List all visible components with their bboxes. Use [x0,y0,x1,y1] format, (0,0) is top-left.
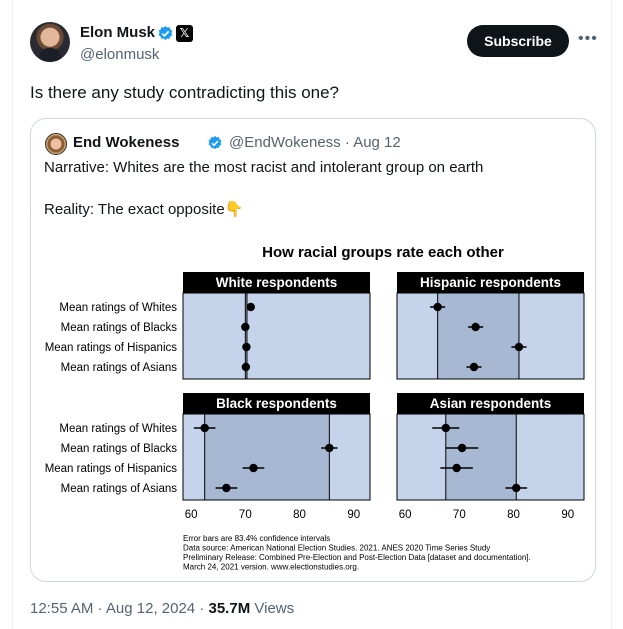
x-tick-label: 70 [453,509,466,521]
row-label: Mean ratings of Whites [59,302,177,314]
x-tick-label: 90 [347,509,360,521]
verified-badge-icon [158,26,173,40]
row-label: Mean ratings of Whites [59,423,177,435]
x-tick-label: 60 [185,509,198,521]
data-point [471,322,480,332]
subscribe-button[interactable]: Subscribe [467,25,569,57]
data-point [200,423,209,433]
data-point [249,463,258,473]
x-tick-label: 80 [293,509,306,521]
quote-handle-text: @EndWokeness [229,134,341,151]
views-count: 35.7M [208,600,251,617]
more-options-icon[interactable]: ••• [578,30,598,48]
data-point [241,322,250,332]
quote-date: · Aug 12 [344,134,401,151]
quote-author-name[interactable]: End Wokeness [73,134,179,151]
data-point [514,342,524,352]
data-point [325,443,334,453]
data-point [246,302,255,312]
row-label: Mean ratings of Hispanics [45,342,178,354]
verified-badge-icon [208,136,222,150]
data-point [433,302,442,312]
chart-note: Error bars are 83.4% confidence interval… [183,534,330,543]
quote-text-line-2: Reality: The exact opposite👇 [44,201,244,218]
data-point [469,362,479,372]
x-tick-label: 90 [561,509,574,521]
panel-title: Asian respondents [430,396,552,411]
tweet-text: Is there any study contradicting this on… [30,83,340,102]
data-point [441,423,450,433]
meta-separator: · [199,600,205,617]
chart-note: March 24, 2021 version. www.electionstud… [183,563,359,572]
row-label: Mean ratings of Hispanics [45,463,178,475]
chart-title: How racial groups rate each other [262,244,504,261]
data-point [222,483,231,493]
author-name[interactable]: Elon Musk [80,24,155,41]
x-logo-icon: 𝕏 [176,25,193,42]
author-avatar[interactable] [30,22,70,62]
panel-title: Hispanic respondents [420,275,561,290]
meta-separator: · [97,600,103,617]
x-tick-label: 60 [399,509,412,521]
quoted-tweet[interactable]: End Wokeness @EndWokeness · Aug 12 Narra… [30,118,596,582]
chart-image[interactable]: How racial groups rate each other White r… [31,231,595,581]
data-point [512,483,521,493]
data-point [452,463,461,473]
panel-shade-band [437,293,519,379]
panel-plot-area [182,292,371,380]
quote-author-handle[interactable]: @EndWokeness · Aug 12 [229,134,401,151]
x-tick-label: 70 [239,509,252,521]
panel-title: White respondents [216,275,338,290]
data-point [457,443,467,453]
quote-author-avatar[interactable] [45,133,67,155]
row-label: Mean ratings of Asians [61,483,178,495]
quote-text-line-1: Narrative: Whites are the most racist an… [44,159,484,176]
post-time[interactable]: 12:55 AM [30,600,93,617]
row-label: Mean ratings of Blacks [61,443,178,455]
chart-note: Preliminary Release: Combined Pre-Electi… [183,553,531,562]
data-point [242,342,251,352]
row-label: Mean ratings of Blacks [61,322,178,334]
panel-title: Black respondents [216,396,337,411]
post-date[interactable]: Aug 12, 2024 [106,600,195,617]
chart-note: Data source: American National Election … [183,544,490,553]
post-meta: 12:55 AM · Aug 12, 2024 · 35.7M Views [30,600,294,617]
row-label: Mean ratings of Asians [61,362,178,374]
views-label: Views [254,600,295,617]
data-point [241,362,251,372]
x-tick-label: 80 [507,509,520,521]
author-handle[interactable]: @elonmusk [80,46,159,63]
racial-ratings-chart: How racial groups rate each other White r… [45,244,585,572]
